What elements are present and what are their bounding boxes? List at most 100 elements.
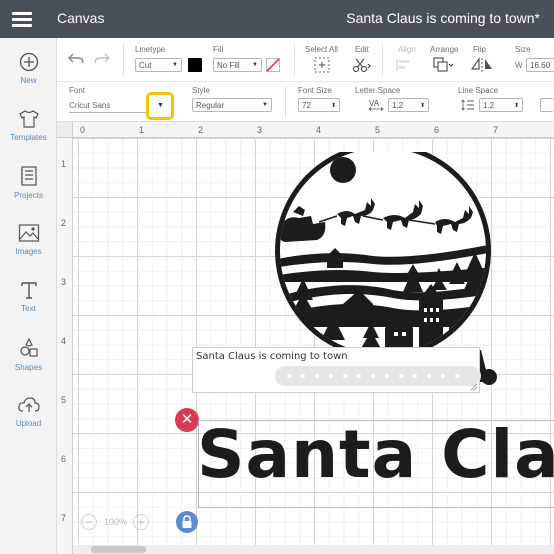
dots-decoration [287, 374, 459, 378]
santa-claus-text[interactable]: Santa Claus [197, 416, 554, 493]
font-size-value: 72 [302, 101, 311, 110]
sidebar-item-label: Images [15, 247, 42, 256]
sidebar-item-shapes[interactable]: Shapes [0, 337, 57, 372]
sidebar-item-label: New [20, 76, 37, 85]
plus-circle-icon [19, 52, 38, 72]
sidebar-item-label: Shapes [14, 363, 43, 372]
stepper-icon: ⬍ [330, 103, 336, 109]
font-size-input[interactable]: 72 ⬍ [298, 98, 340, 112]
zoom-in-button[interactable]: + [133, 514, 149, 530]
sidebar-item-upload[interactable]: Upload [0, 395, 57, 428]
image-icon [18, 224, 39, 242]
undo-icon[interactable] [68, 52, 84, 66]
app-title: Canvas [57, 10, 105, 26]
project-title[interactable]: Santa Claus is coming to town* [346, 10, 540, 26]
flip-icon[interactable] [470, 57, 494, 73]
base-overlay [275, 366, 481, 386]
stepper-icon: ⬍ [513, 103, 519, 109]
linetype-color-swatch[interactable] [188, 58, 202, 72]
linetype-select[interactable]: Cut ▼ [135, 58, 182, 72]
sidebar-item-label: Text [21, 304, 36, 313]
ruler-tick: 5 [375, 125, 381, 135]
sidebar-item-text[interactable]: Text [0, 280, 57, 313]
alignment-select[interactable] [540, 98, 554, 112]
hamburger-menu-icon[interactable] [12, 10, 34, 28]
select-all-label: Select All [305, 45, 338, 54]
size-label: Size [515, 45, 531, 54]
style-label: Style [192, 86, 210, 95]
edit-label: Edit [355, 45, 369, 54]
text-edit-value: Santa Claus is coming to town [196, 351, 348, 362]
select-all-icon[interactable] [314, 57, 330, 73]
letter-space-input[interactable]: 1.2 ⬍ [388, 98, 429, 112]
lock-icon [182, 515, 192, 528]
sidebar-item-label: Projects [14, 191, 43, 200]
design-canvas[interactable]: Santa Claus is coming to town ✕ Santa Cl… [73, 138, 554, 554]
close-icon: ✕ [180, 411, 194, 428]
text-icon [20, 282, 37, 299]
horizontal-scrollbar[interactable] [73, 545, 554, 554]
style-value: Regular [196, 101, 225, 110]
chevron-down-icon: ▼ [262, 102, 268, 108]
arrange-icon[interactable] [432, 56, 454, 73]
ruler-tick: 1 [139, 125, 145, 135]
font-label: Font [69, 86, 86, 95]
ruler-tick: 3 [257, 125, 263, 135]
arrange-label: Arrange [430, 45, 459, 54]
scrollbar-thumb[interactable] [91, 546, 146, 553]
sidebar-item-templates[interactable]: Templates [0, 109, 57, 142]
ruler-tick: 3 [61, 277, 67, 287]
linetype-value: Cut [139, 61, 152, 70]
sidebar-item-label: Upload [15, 419, 42, 428]
chevron-down-icon: ▼ [172, 62, 178, 68]
chevron-down-icon: ▼ [157, 102, 164, 109]
align-icon [396, 59, 409, 71]
upload-cloud-icon [17, 397, 40, 412]
ruler-tick: 5 [61, 395, 67, 405]
top-ruler: 0 1 2 3 4 5 6 7 [57, 122, 554, 138]
sidebar-item-new[interactable]: New [0, 52, 57, 85]
ruler-tick: 4 [61, 336, 67, 346]
line-space-value: 1.2 [483, 101, 495, 110]
size-w-label: W [515, 61, 523, 70]
left-ruler: 1 2 3 4 5 6 7 [57, 138, 73, 554]
letter-space-icon: VA [368, 99, 384, 111]
font-value: Cricut Sans [69, 101, 111, 110]
zoom-controls: − 100% + [81, 514, 153, 532]
ruler-tick: 2 [61, 218, 67, 228]
width-value: 16.60 [530, 61, 551, 70]
chevron-down-icon: ▼ [252, 62, 258, 68]
ruler-tick: 6 [434, 125, 440, 135]
fill-select[interactable]: No Fill ▼ [213, 58, 262, 72]
sidebar-item-projects[interactable]: Projects [0, 165, 57, 200]
left-sidebar: New Templates Projects Images Text Shape… [0, 38, 57, 554]
scissors-icon[interactable] [352, 57, 372, 73]
width-input[interactable]: 16.60 [526, 58, 554, 72]
fill-value: No Fill [217, 61, 240, 70]
zoom-out-button[interactable]: − [81, 514, 97, 530]
shirt-icon [18, 110, 39, 128]
stepper-icon: ⬍ [419, 103, 425, 109]
flip-label: Flip [473, 45, 486, 54]
resize-handle-icon[interactable] [470, 383, 478, 391]
shapes-icon [19, 337, 38, 357]
line-space-input[interactable]: 1.2 ⬍ [479, 98, 523, 112]
sidebar-item-images[interactable]: Images [0, 223, 57, 256]
font-dropdown-button[interactable]: ▼ [146, 92, 174, 120]
line-space-label: Line Space [458, 86, 499, 95]
ruler-tick: 7 [493, 125, 499, 135]
style-select[interactable]: Regular ▼ [192, 98, 272, 112]
align-label: Align [398, 45, 416, 54]
svg-text:VA: VA [369, 99, 380, 108]
line-space-icon [461, 99, 474, 111]
no-fill-swatch[interactable] [266, 58, 280, 72]
delete-button[interactable]: ✕ [175, 408, 199, 432]
lock-button[interactable] [176, 511, 198, 533]
zoom-level: 100% [104, 517, 128, 527]
projects-icon [20, 166, 37, 186]
sidebar-item-label: Templates [10, 133, 47, 142]
text-toolbar: Font Cricut Sans ▼ Style Regular ▼ Font S… [57, 82, 554, 122]
ruler-tick: 7 [61, 513, 67, 523]
text-edit-box[interactable]: Santa Claus is coming to town [192, 347, 481, 393]
redo-icon[interactable] [94, 52, 110, 66]
